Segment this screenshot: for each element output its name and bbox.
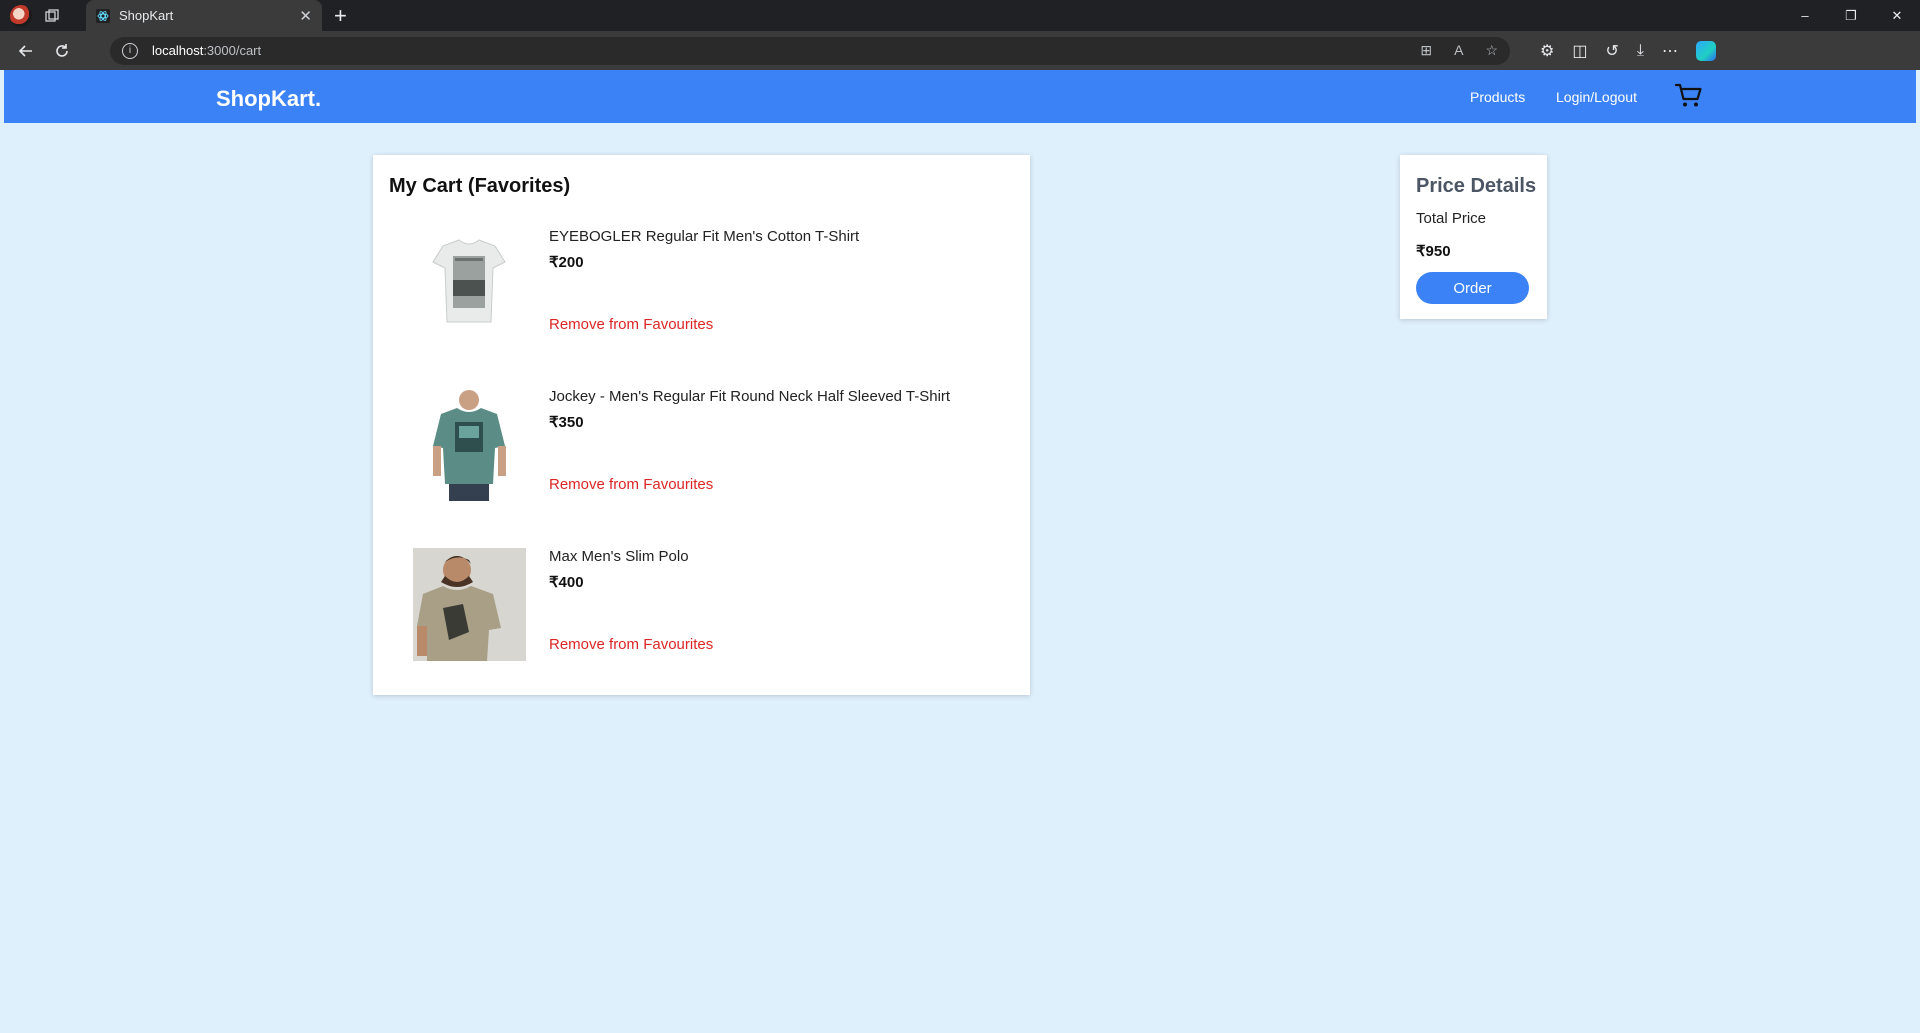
cart-item: Max Men's Slim Polo ₹400 Remove from Fav… xyxy=(413,548,1013,663)
product-image-white-tshirt[interactable] xyxy=(413,228,526,341)
extensions-icon[interactable]: ⚙ xyxy=(1540,41,1554,61)
total-price-label: Total Price xyxy=(1416,210,1487,227)
workspaces-icon[interactable] xyxy=(38,0,66,31)
cart-card: My Cart (Favorites) EYEBOGLER Regular Fi… xyxy=(373,155,1030,695)
read-aloud-icon[interactable]: A xyxy=(1454,42,1463,59)
item-price: ₹350 xyxy=(549,414,584,431)
order-button[interactable]: Order xyxy=(1416,272,1529,304)
tab-shopkart[interactable]: ShopKart ✕ xyxy=(86,0,322,31)
cart-item: EYEBOGLER Regular Fit Men's Cotton T-Shi… xyxy=(413,228,1013,343)
new-tab-button[interactable]: + xyxy=(322,0,359,31)
app-navbar: ShopKart. Products Login/Logout xyxy=(4,70,1916,123)
cart-title: My Cart (Favorites) xyxy=(389,175,571,197)
nav-login-logout-link[interactable]: Login/Logout xyxy=(1556,89,1637,105)
history-icon[interactable]: ↺ xyxy=(1605,41,1618,61)
favorite-star-icon[interactable]: ☆ xyxy=(1485,42,1498,59)
total-price-value: ₹950 xyxy=(1416,243,1451,260)
downloads-icon[interactable]: ⤓ xyxy=(1637,42,1644,60)
price-details-title: Price Details xyxy=(1416,175,1537,197)
tab-title: ShopKart xyxy=(119,8,174,23)
back-icon[interactable] xyxy=(8,33,44,69)
item-name: Jockey - Men's Regular Fit Round Neck Ha… xyxy=(549,388,951,405)
url-host: localhost xyxy=(152,43,204,58)
app-available-icon[interactable]: ⊞ xyxy=(1420,42,1432,59)
remove-from-favourites-link[interactable]: Remove from Favourites xyxy=(549,476,713,493)
split-screen-icon[interactable]: ◫ xyxy=(1572,41,1587,61)
restore-button[interactable]: ❐ xyxy=(1828,0,1874,31)
item-name: Max Men's Slim Polo xyxy=(549,548,689,565)
react-favicon-icon xyxy=(96,8,110,23)
browser-tab-bar: ShopKart ✕ + – ❐ ✕ xyxy=(0,0,1920,31)
item-price: ₹400 xyxy=(549,574,584,591)
nav-products-link[interactable]: Products xyxy=(1470,89,1525,105)
url-path: :3000/cart xyxy=(203,43,262,58)
site-info-icon[interactable]: i xyxy=(122,42,138,59)
product-image-teal-tshirt[interactable] xyxy=(413,388,526,501)
cart-icon[interactable] xyxy=(1674,81,1704,111)
remove-from-favourites-link[interactable]: Remove from Favourites xyxy=(549,316,713,333)
more-menu-icon[interactable]: ⋯ xyxy=(1662,41,1678,61)
profile-avatar[interactable] xyxy=(10,5,32,27)
brand-logo[interactable]: ShopKart. xyxy=(216,86,321,112)
remove-from-favourites-link[interactable]: Remove from Favourites xyxy=(549,636,713,653)
price-details-card: Price Details Total Price ₹950 Order xyxy=(1400,155,1547,319)
close-window-button[interactable]: ✕ xyxy=(1874,0,1920,31)
item-name: EYEBOGLER Regular Fit Men's Cotton T-Shi… xyxy=(549,228,860,245)
cart-item: Jockey - Men's Regular Fit Round Neck Ha… xyxy=(413,388,1013,503)
url-field[interactable]: i localhost :3000/cart ⊞ A ☆ xyxy=(110,36,1510,65)
tab-close-icon[interactable]: ✕ xyxy=(299,7,312,25)
minimize-button[interactable]: – xyxy=(1782,0,1828,31)
reload-icon[interactable] xyxy=(44,33,80,69)
address-bar-row: i localhost :3000/cart ⊞ A ☆ ⚙ ◫ ↺ ⤓ ⋯ xyxy=(0,31,1920,70)
item-price: ₹200 xyxy=(549,254,584,271)
copilot-icon[interactable] xyxy=(1695,40,1716,61)
product-image-olive-tshirt[interactable] xyxy=(413,548,526,661)
